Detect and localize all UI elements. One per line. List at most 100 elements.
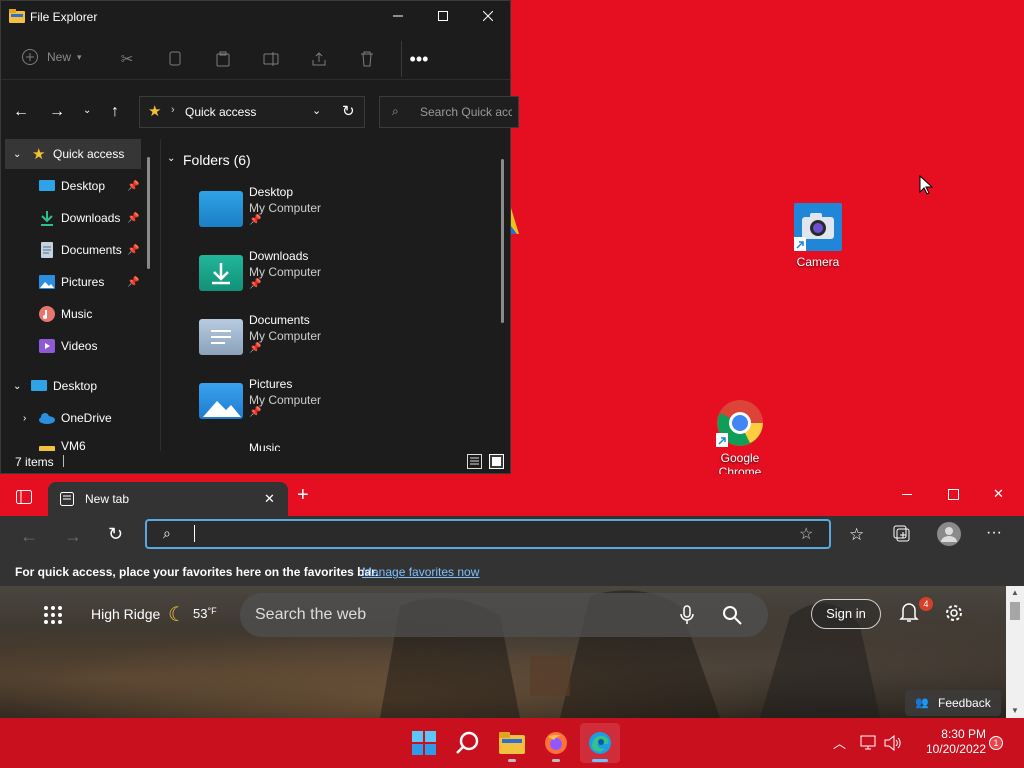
taskbar-firefox[interactable] <box>536 723 576 763</box>
scroll-down-icon[interactable]: ▼ <box>1011 706 1019 715</box>
nav-item-music[interactable]: Music <box>1 299 141 329</box>
explorer-titlebar[interactable]: File Explorer <box>1 1 510 33</box>
delete-button[interactable] <box>355 47 379 71</box>
taskbar-edge[interactable] <box>580 723 620 763</box>
forward-button[interactable]: → <box>49 103 65 121</box>
search-icon[interactable] <box>722 605 742 625</box>
tiles-view-button[interactable] <box>489 454 504 472</box>
collections-icon <box>893 525 910 542</box>
nav-item-videos[interactable]: Videos <box>1 331 141 361</box>
downloads-folder-icon <box>199 255 243 291</box>
chevron-down-icon[interactable]: ⌄ <box>167 153 175 164</box>
forward-button[interactable]: → <box>64 526 82 547</box>
folder-tile[interactable]: Desktop My Computer 📌 <box>197 185 457 247</box>
chevron-down-icon[interactable]: ⌄ <box>312 104 321 117</box>
nav-item-onedrive[interactable]: › OneDrive <box>1 403 141 433</box>
new-button[interactable]: New ▾ <box>21 48 82 66</box>
nav-item-pictures[interactable]: Pictures 📌 <box>1 267 141 297</box>
settings-more-button[interactable]: ··· <box>986 524 1002 542</box>
nav-item-desktop-root[interactable]: ⌄ Desktop <box>1 371 141 401</box>
maximize-icon[interactable] <box>948 489 959 500</box>
minimize-button[interactable] <box>375 1 421 31</box>
desktop-icon-camera[interactable]: Camera <box>778 203 858 269</box>
pane-divider[interactable] <box>160 139 161 451</box>
manage-favorites-link[interactable]: Manage favorites now <box>362 565 479 579</box>
favorites-button[interactable]: ☆ <box>849 525 864 545</box>
weather-location[interactable]: High Ridge <box>91 606 160 622</box>
tab-strip[interactable]: New tab ✕ + ✕ <box>0 474 1024 516</box>
more-options-button[interactable]: ••• <box>407 47 431 71</box>
maximize-button[interactable] <box>420 1 466 31</box>
share-button[interactable] <box>307 47 331 71</box>
scrollbar-thumb[interactable] <box>1010 602 1020 620</box>
back-button[interactable]: ← <box>20 526 38 547</box>
nav-item-vm6[interactable]: VM6 <box>1 435 141 451</box>
collections-button[interactable] <box>893 525 911 546</box>
app-shortcut-icon <box>511 208 519 234</box>
tab-new-tab[interactable]: New tab ✕ <box>48 482 288 516</box>
search-button[interactable] <box>448 723 488 763</box>
clock[interactable]: 8:30 PM 10/20/2022 <box>918 727 986 757</box>
page-scrollbar[interactable]: ▲ ▼ <box>1006 586 1024 718</box>
profile-button[interactable] <box>937 522 961 549</box>
desktop-icon-partial[interactable]: … <box>511 206 543 240</box>
search-icon <box>456 731 479 754</box>
weather-temperature[interactable]: 53°F <box>193 606 217 621</box>
microphone-icon[interactable] <box>680 605 694 625</box>
nav-item-downloads[interactable]: Downloads 📌 <box>1 203 141 233</box>
cut-icon: ✂ <box>120 51 134 68</box>
pictures-folder-icon <box>199 383 243 419</box>
recent-locations-button[interactable]: ⌄ <box>83 105 91 116</box>
close-button[interactable] <box>465 1 511 31</box>
minimize-icon[interactable] <box>902 494 912 495</box>
refresh-button[interactable]: ↻ <box>108 524 123 545</box>
up-button[interactable]: ↑ <box>111 103 119 121</box>
feedback-button[interactable]: 👥 Feedback <box>905 690 1001 716</box>
details-view-button[interactable] <box>467 454 482 472</box>
folder-tile[interactable]: Downloads My Computer 📌 <box>197 249 457 311</box>
favorites-bar: For quick access, place your favorites h… <box>0 558 1024 587</box>
explorer-search-box[interactable]: ⌕ Search Quick access <box>379 96 519 128</box>
app-launcher-button[interactable] <box>44 606 62 627</box>
address-bar[interactable]: ⌕ ☆ <box>145 519 831 549</box>
new-tab-button[interactable]: + <box>297 484 309 507</box>
cloud-icon <box>39 413 55 424</box>
add-favorite-icon[interactable]: ☆ <box>799 524 813 544</box>
folder-tile[interactable]: Music <box>197 441 457 451</box>
taskbar-file-explorer[interactable] <box>492 723 532 763</box>
sign-in-button[interactable]: Sign in <box>811 599 881 629</box>
cut-button[interactable]: ✂ <box>115 47 139 71</box>
nav-item-documents[interactable]: Documents 📌 <box>1 235 141 265</box>
nav-item-desktop[interactable]: Desktop 📌 <box>1 171 141 201</box>
volume-icon[interactable] <box>884 735 902 751</box>
back-button[interactable]: ← <box>13 103 29 121</box>
content-scrollbar[interactable] <box>501 159 504 323</box>
folder-tile[interactable]: Pictures My Computer 📌 <box>197 377 457 439</box>
nav-item-quick-access[interactable]: ⌄ ★ Quick access <box>5 139 141 169</box>
refresh-icon[interactable]: ↻ <box>342 102 355 120</box>
tab-actions-button[interactable] <box>16 490 32 507</box>
notifications-button[interactable]: 4 <box>899 597 933 626</box>
web-search-input: Search the web <box>255 606 367 623</box>
folders-group-header[interactable]: Folders (6) <box>183 152 251 168</box>
close-icon[interactable]: ✕ <box>993 486 1004 502</box>
folder-tile[interactable]: Documents My Computer 📌 <box>197 313 457 375</box>
copy-button[interactable] <box>163 47 187 71</box>
notification-center-badge[interactable]: 1 <box>989 736 1003 750</box>
show-hidden-icons-button[interactable]: ︿ <box>833 733 846 752</box>
rename-button[interactable] <box>259 47 283 71</box>
desktop-icon-chrome[interactable]: Google Chrome <box>700 399 780 474</box>
star-icon: ★ <box>32 146 46 163</box>
web-search-box[interactable]: Search the web <box>240 593 768 637</box>
nav-scrollbar[interactable] <box>147 157 150 269</box>
close-tab-icon[interactable]: ✕ <box>264 491 275 507</box>
desktop-icon-label: Google Chrome <box>718 451 762 474</box>
paste-button[interactable] <box>211 47 235 71</box>
edge-icon <box>589 732 611 754</box>
page-settings-button[interactable] <box>944 603 964 626</box>
network-icon[interactable] <box>860 735 878 751</box>
scroll-up-icon[interactable]: ▲ <box>1011 588 1019 597</box>
address-bar[interactable]: ★ › Quick access ⌄ ↻ <box>139 96 365 128</box>
window-title: File Explorer <box>30 10 98 24</box>
start-button[interactable] <box>404 723 444 763</box>
